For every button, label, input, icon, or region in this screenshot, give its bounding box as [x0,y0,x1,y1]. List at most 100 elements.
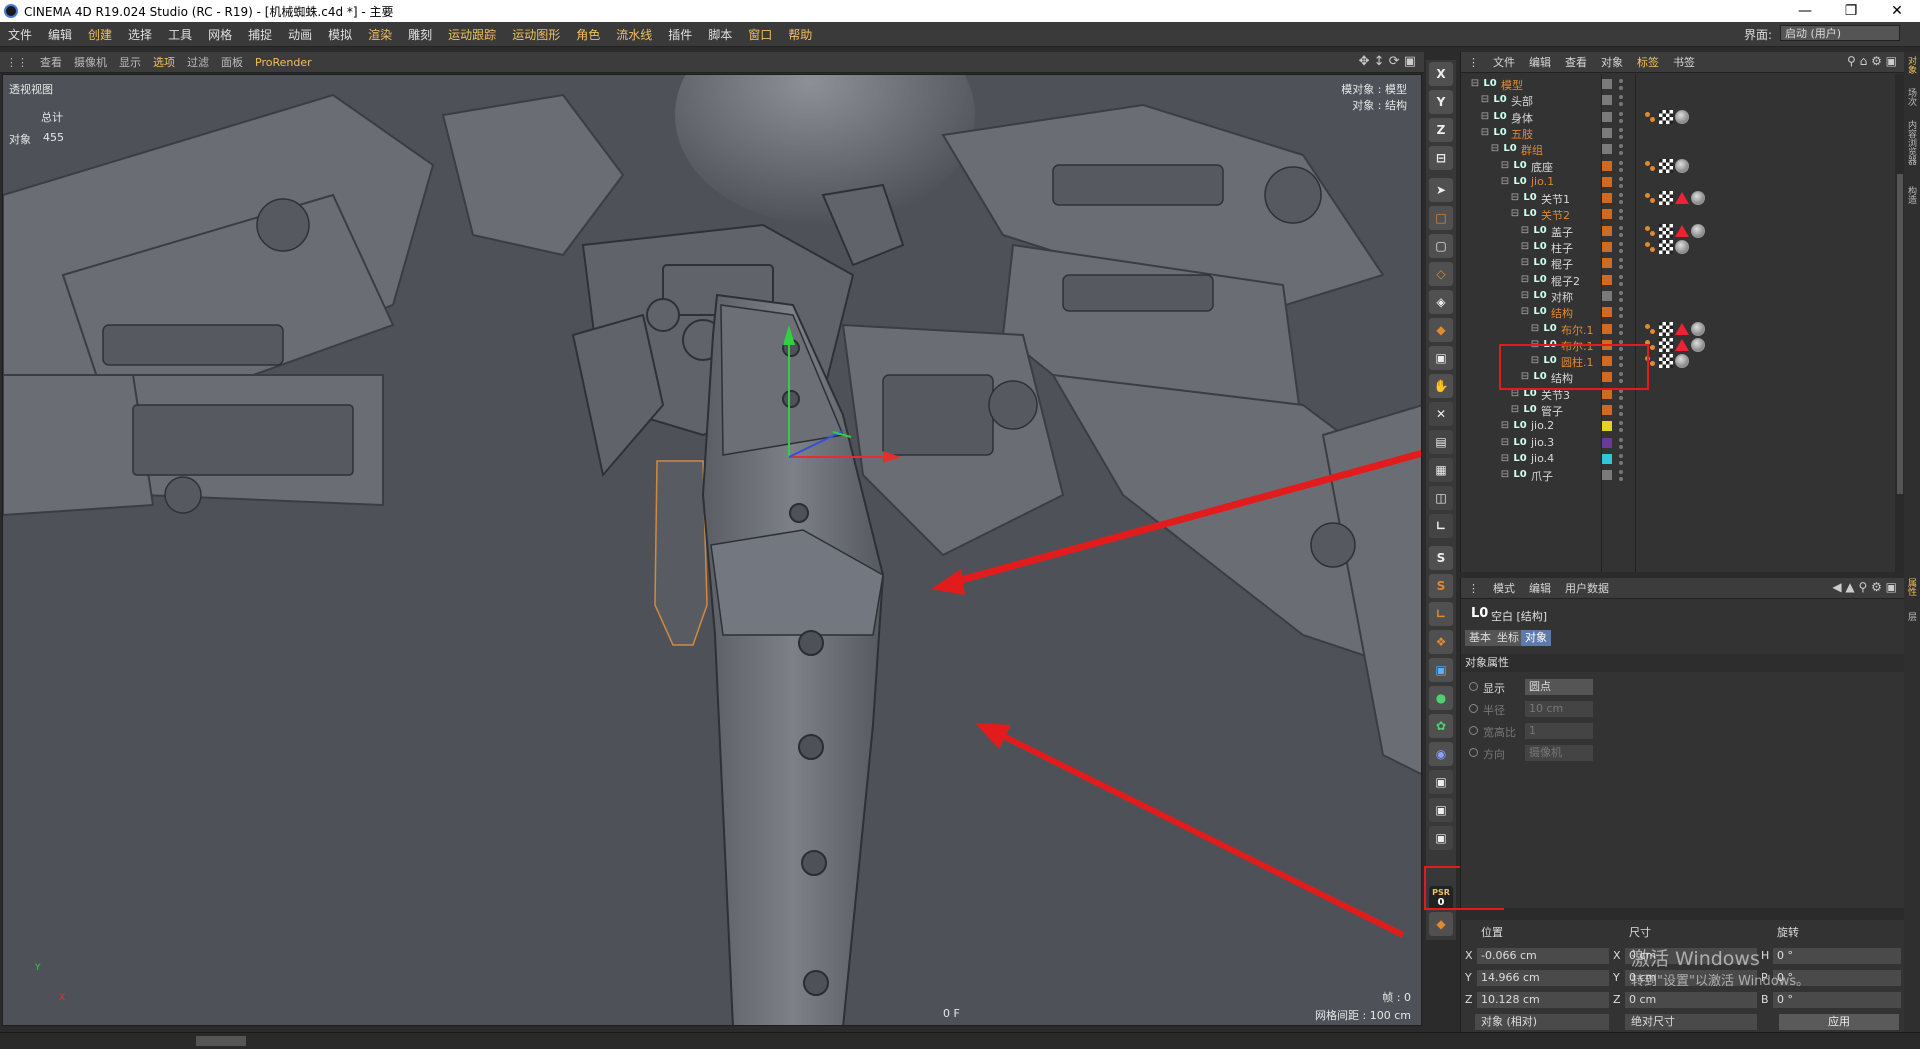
am-toolbar-icons[interactable]: ◀ ▲ ⚲ ⚙ ▣ [1832,580,1897,594]
expand-toggle-icon[interactable]: ⊟ [1499,453,1511,465]
sphere-tag-icon[interactable] [1675,109,1689,124]
rstrip-tab-takes[interactable]: 场次 [1906,88,1918,106]
snap-button[interactable]: S [1429,546,1453,570]
sphere-tag-icon[interactable] [1675,240,1689,254]
layer-color-swatch[interactable] [1602,470,1612,481]
visibility-dots-icon[interactable] [1619,240,1623,254]
expand-toggle-icon[interactable]: ⊟ [1509,192,1521,204]
layer-color-swatch[interactable] [1602,209,1612,220]
axis-icon[interactable]: ∟ [1429,602,1453,626]
viewport-menu-camera[interactable]: 摄像机 [68,54,113,70]
field-display[interactable]: 显示 圆点 [1469,678,1889,696]
orange-tag-icon[interactable] [1643,354,1657,369]
rstrip-tab-layers[interactable]: 层 [1906,612,1918,621]
rect-select-icon[interactable]: □ [1429,206,1453,230]
om-menu-view[interactable]: 查看 [1558,54,1594,70]
psr-button[interactable]: PSR 0 [1429,886,1453,910]
rstrip-tab-attributes[interactable]: 属性 [1906,578,1918,596]
viewport-nav-icons[interactable]: ✥ ↕ ⟳ ▣ [1359,54,1416,69]
viewport-menu-filter[interactable]: 过滤 [181,54,215,70]
layer-color-swatch[interactable] [1602,421,1612,432]
symmetry-icon[interactable]: ◫ [1429,486,1453,510]
om-menu-edit[interactable]: 编辑 [1522,54,1558,70]
orange-tag-icon[interactable] [1643,223,1657,238]
layer-color-swatch[interactable] [1602,176,1612,187]
tab-basic[interactable]: 基本 [1465,630,1495,646]
layer-color-swatch[interactable] [1602,193,1612,204]
sphere-tag-icon[interactable] [1675,354,1689,369]
timeline-scroll-thumb[interactable] [196,1036,246,1046]
deformer-icon[interactable]: ◉ [1429,742,1453,766]
menu-tools[interactable]: 工具 [160,26,200,43]
checker-tag-icon[interactable] [1659,158,1673,173]
checker-tag-icon[interactable] [1659,191,1673,206]
checker-tag-icon[interactable] [1659,240,1673,254]
expand-toggle-icon[interactable]: ⊟ [1469,78,1481,90]
menu-select[interactable]: 选择 [120,26,160,43]
expand-toggle-icon[interactable]: ⊟ [1519,241,1531,253]
viewport-menu-view[interactable]: 查看 [34,54,68,70]
expand-toggle-icon[interactable]: ⊟ [1479,127,1491,139]
sphere-tag-icon[interactable] [1691,191,1705,206]
spline-icon[interactable]: ∟ [1429,514,1453,538]
sphere-tag-icon[interactable] [1675,158,1689,173]
visibility-dots-icon[interactable] [1619,452,1623,466]
expand-toggle-icon[interactable]: ⊟ [1529,339,1541,351]
layer-color-swatch[interactable] [1602,372,1612,383]
checker-tag-icon[interactable] [1659,321,1673,336]
visibility-dots-icon[interactable] [1619,387,1623,401]
om-menu-objects[interactable]: 对象 [1594,54,1630,70]
layer-color-swatch[interactable] [1602,127,1612,138]
coord-pos-z[interactable]: 10.128 cm [1477,992,1609,1008]
orange-tag-icon[interactable] [1643,158,1657,173]
expand-toggle-icon[interactable]: ⊟ [1519,225,1531,237]
visibility-dots-icon[interactable] [1619,338,1623,352]
coord-size-mode-select[interactable]: 绝对尺寸 [1625,1014,1757,1030]
edge-mode-icon[interactable]: ◆ [1429,318,1453,342]
menu-snap[interactable]: 捕捉 [240,26,280,43]
am-menu-edit[interactable]: 编辑 [1522,580,1558,596]
expand-toggle-icon[interactable]: ⊟ [1529,323,1541,335]
restore-icon[interactable]: ❐ [1828,0,1874,22]
orange-tag-icon[interactable] [1643,109,1657,124]
rstrip-tab-objects[interactable]: 对象 [1906,56,1918,74]
expand-toggle-icon[interactable]: ⊟ [1479,111,1491,123]
checker-tag-icon[interactable] [1659,109,1673,124]
layer-color-swatch[interactable] [1602,437,1612,448]
extrude-icon[interactable]: ▤ [1429,430,1453,454]
lock-x-button[interactable]: X [1429,62,1453,86]
visibility-dots-icon[interactable] [1619,93,1623,107]
expand-toggle-icon[interactable]: ⊟ [1499,160,1511,172]
apply-button[interactable]: 应用 [1779,1014,1899,1030]
visibility-dots-icon[interactable] [1619,159,1623,173]
grid-icon[interactable]: ▦ [1429,458,1453,482]
texture-mode-icon[interactable]: ◇ [1429,262,1453,286]
rstrip-tab-structure[interactable]: 构造 [1906,186,1918,204]
layer-color-swatch[interactable] [1602,356,1612,367]
sphere-tag-icon[interactable] [1691,321,1705,336]
menu-pipeline[interactable]: 流水线 [608,26,660,43]
orange-tag-icon[interactable] [1643,337,1657,352]
checker-tag-icon[interactable] [1659,337,1673,352]
viewport-menu-panel[interactable]: 面板 [215,54,249,70]
visibility-dots-icon[interactable] [1619,403,1623,417]
expand-toggle-icon[interactable]: ⊟ [1519,274,1531,286]
model-mode-icon[interactable]: ▢ [1429,234,1453,258]
tab-object[interactable]: 对象 [1521,630,1551,646]
coord-pos-x[interactable]: -0.066 cm [1477,948,1609,964]
polygon-mode-icon[interactable]: ▣ [1429,346,1453,370]
workplane-icon[interactable]: ❖ [1429,630,1453,654]
visibility-dots-icon[interactable] [1619,77,1623,91]
layer-color-swatch[interactable] [1602,95,1612,106]
om-menu-tags[interactable]: 标签 [1630,54,1666,70]
menu-render[interactable]: 渲染 [360,26,400,43]
checker-tag-icon[interactable] [1659,354,1673,369]
snap-settings-button[interactable]: S [1429,574,1453,598]
expand-toggle-icon[interactable]: ⊟ [1519,306,1531,318]
coord-size-z[interactable]: 0 cm [1625,992,1757,1008]
coordinate-system-icon[interactable]: ⊟ [1429,146,1453,170]
menu-character[interactable]: 角色 [568,26,608,43]
expand-toggle-icon[interactable]: ⊟ [1489,143,1501,155]
object-row[interactable]: ⊟ L0 爪子 [1461,465,1891,485]
layer-color-swatch[interactable] [1602,339,1612,350]
